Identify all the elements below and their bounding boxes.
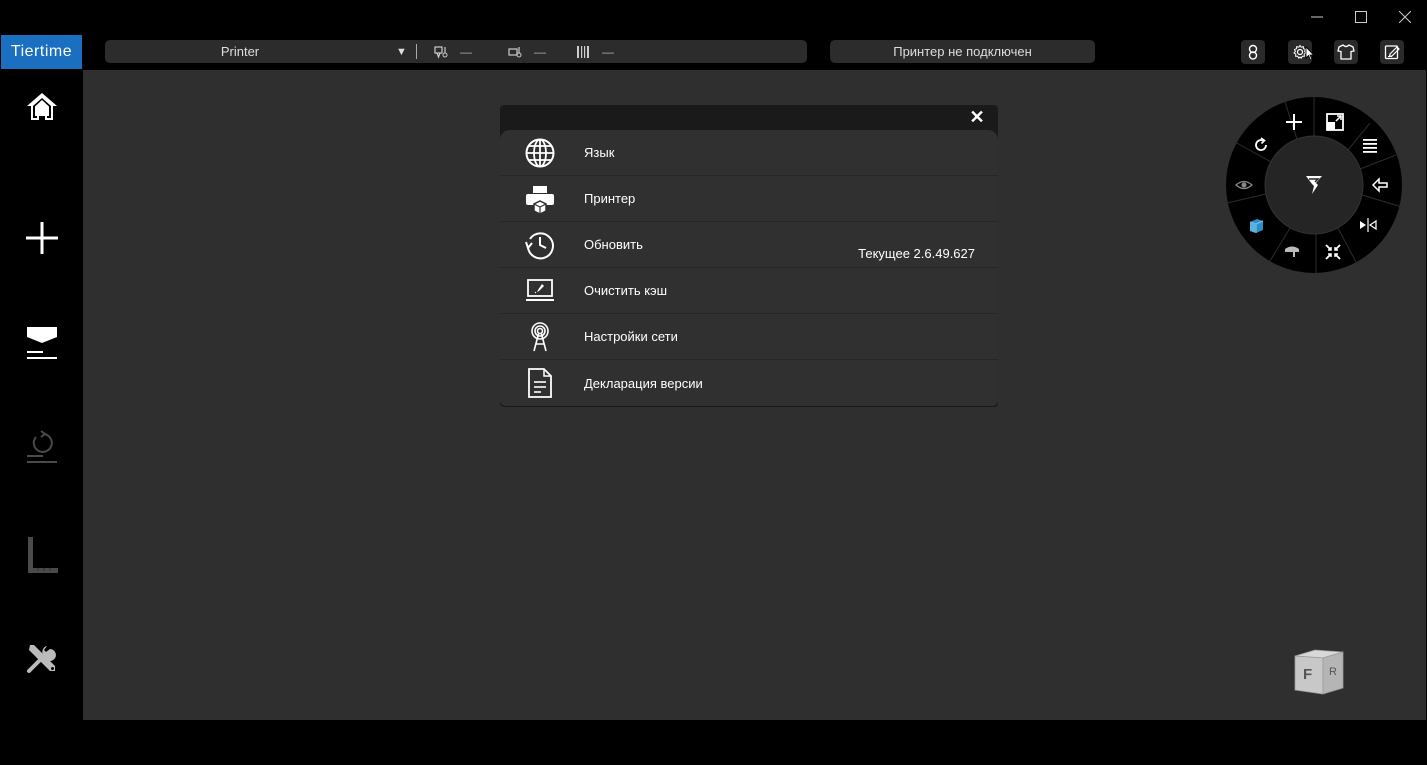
undo-icon <box>27 430 57 463</box>
menu-item-label: Настройки сети <box>584 329 678 344</box>
sidebar-item-add[interactable] <box>20 216 64 260</box>
current-version-text: Текущее 2.6.49.627 <box>858 246 975 261</box>
move-icon <box>1286 114 1302 130</box>
left-sidebar <box>0 70 83 720</box>
divider <box>416 44 417 59</box>
orientation-cube-icon <box>1294 649 1344 695</box>
sidebar-item-home[interactable] <box>20 84 64 128</box>
filament-status: — <box>576 45 614 59</box>
view-icon <box>1235 180 1253 190</box>
maximize-button[interactable] <box>1339 0 1383 34</box>
mirror-icon <box>1360 218 1377 232</box>
printer-select[interactable]: Printer <box>105 44 375 59</box>
sidebar-item-measure[interactable] <box>20 533 64 577</box>
ruler-icon <box>28 537 58 573</box>
menu-item-label: Язык <box>584 145 615 160</box>
sidebar-item-print[interactable] <box>20 321 64 365</box>
nozzle-temp-icon <box>434 45 448 59</box>
dialog-header: ✕ <box>500 105 998 131</box>
close-window-button[interactable] <box>1383 0 1427 34</box>
printer-status-badge: Принтер не подключен <box>830 40 1095 63</box>
shrink-button[interactable] <box>1322 241 1344 263</box>
shrink-icon <box>1325 244 1341 260</box>
undo-arrow-button[interactable] <box>1369 174 1391 196</box>
bed-temp-status: — <box>508 45 546 59</box>
document-icon <box>524 367 556 399</box>
tool-wheel <box>1226 97 1402 273</box>
laptop-clean-icon <box>524 275 556 307</box>
center-menu-button[interactable] <box>1303 174 1325 196</box>
sidebar-item-undo[interactable] <box>20 425 64 469</box>
shirt-icon <box>1337 44 1355 60</box>
filament-value: — <box>602 44 614 59</box>
rotate-icon <box>1255 137 1267 151</box>
menu-item-label: Обновить <box>584 237 643 252</box>
view-cube-button[interactable] <box>1245 215 1267 237</box>
minimize-button[interactable] <box>1295 0 1339 34</box>
menu-item-language[interactable]: Язык <box>500 130 998 176</box>
menu-item-network-settings[interactable]: Настройки сети <box>500 314 998 360</box>
maximize-icon <box>1355 11 1367 23</box>
minimize-icon <box>1311 16 1323 18</box>
place-icon <box>1285 246 1299 257</box>
layers-button[interactable] <box>1359 135 1381 157</box>
visibility-button[interactable] <box>1233 174 1255 196</box>
close-icon <box>1399 11 1411 23</box>
bottom-status-strip <box>0 720 1427 765</box>
nozzle-temp-status: — <box>434 45 472 59</box>
move-button[interactable] <box>1283 111 1305 133</box>
orientation-cube[interactable]: F R <box>1293 648 1345 696</box>
window-controls <box>1295 0 1427 34</box>
app-window: Tiertime Printer ▼ — — — Принтер не подк… <box>0 0 1427 765</box>
antenna-icon <box>524 321 556 353</box>
filament-icon <box>577 45 589 58</box>
nozzle-temp-value: — <box>460 44 472 59</box>
cube-front-label: F <box>1303 666 1313 683</box>
bed-temp-value: — <box>534 44 546 59</box>
settings-dialog: ✕ Язык Принтер Обновить Текущее 2.6.49.6… <box>500 105 998 407</box>
account-icon <box>1248 44 1258 60</box>
dialog-close-button[interactable]: ✕ <box>968 107 986 127</box>
mouse-cursor-icon <box>1305 46 1315 61</box>
globe-icon <box>524 137 556 169</box>
printer-selector-bar: Printer ▼ — — — <box>105 40 807 63</box>
export-button[interactable] <box>1380 40 1404 64</box>
layers-icon <box>1363 139 1377 153</box>
menu-item-clear-cache[interactable]: Очистить кэш <box>500 268 998 314</box>
settings-menu-list: Язык Принтер Обновить Текущее 2.6.49.627… <box>500 130 998 406</box>
center-logo-icon <box>1306 176 1322 194</box>
menu-item-label: Очистить кэш <box>584 283 668 298</box>
scale-button[interactable] <box>1324 111 1346 133</box>
undo-arrow-icon <box>1371 177 1388 193</box>
add-icon <box>26 222 58 254</box>
bed-temp-icon <box>508 46 522 57</box>
brand-logo[interactable]: Tiertime <box>1 35 82 69</box>
menu-item-label: Декларация версии <box>584 375 703 391</box>
sidebar-item-tools[interactable] <box>20 636 64 680</box>
edit-export-icon <box>1384 45 1400 60</box>
printer-icon <box>524 183 556 215</box>
scale-icon <box>1326 113 1344 131</box>
account-button[interactable] <box>1241 40 1265 64</box>
place-on-bed-button[interactable] <box>1281 240 1303 262</box>
home-icon <box>27 93 57 120</box>
printer-dropdown-arrow[interactable]: ▼ <box>396 46 407 58</box>
skin-button[interactable] <box>1334 40 1358 64</box>
cube-icon <box>1249 219 1264 233</box>
tools-icon <box>27 645 56 673</box>
rotate-button[interactable] <box>1250 134 1272 156</box>
cube-right-label: R <box>1329 666 1337 678</box>
history-icon <box>524 229 556 261</box>
menu-item-label: Принтер <box>584 191 636 206</box>
print-icon <box>27 327 57 359</box>
menu-item-update[interactable]: Обновить Текущее 2.6.49.627 <box>500 222 998 268</box>
mirror-button[interactable] <box>1357 214 1379 236</box>
menu-item-printer[interactable]: Принтер <box>500 176 998 222</box>
menu-item-version-declaration[interactable]: Декларация версии <box>500 360 998 406</box>
